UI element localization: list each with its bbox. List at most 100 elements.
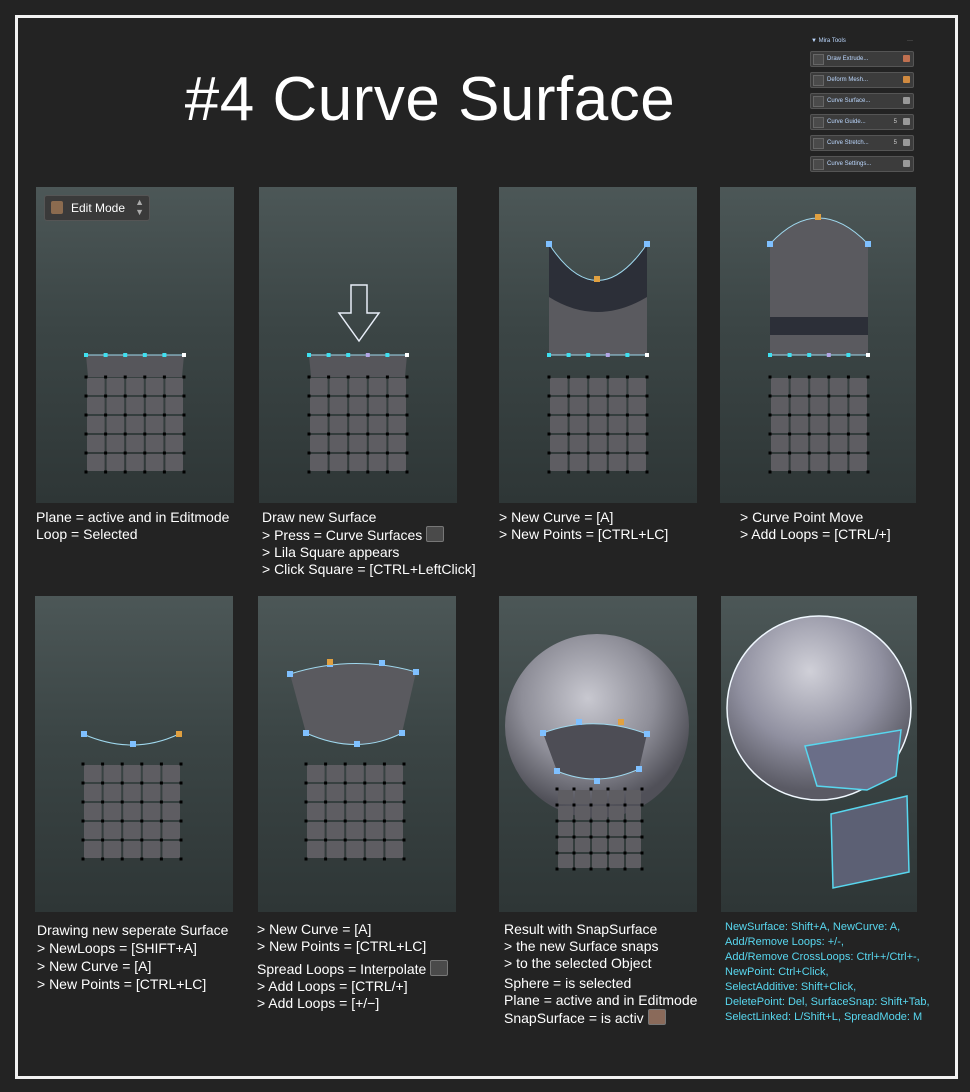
curve-guide-button[interactable]: Curve Guide... 5 xyxy=(810,114,914,130)
mesh-face xyxy=(126,416,144,433)
mesh-vertex xyxy=(366,413,370,417)
mesh-vertex xyxy=(304,838,308,842)
mesh-vertex xyxy=(343,781,347,785)
mesh-face xyxy=(589,397,607,414)
mesh-vertex xyxy=(405,394,409,398)
mesh-face xyxy=(589,435,607,452)
mesh-face xyxy=(385,803,403,820)
mesh-vertex xyxy=(179,857,183,861)
pencil-icon[interactable] xyxy=(903,55,910,62)
curve-control-point xyxy=(327,659,333,665)
dropdown-arrows-icon: ▲ ▼ xyxy=(135,197,144,217)
mesh-vertex xyxy=(589,819,593,823)
mesh-face xyxy=(608,378,627,395)
mesh-face xyxy=(771,435,789,452)
loop-vertex xyxy=(566,353,571,357)
draw-extrude-button[interactable]: Draw Extrude... xyxy=(810,51,914,67)
loop-vertex xyxy=(605,353,610,357)
mesh-vertex xyxy=(645,451,649,455)
curve-control-point xyxy=(303,730,309,736)
deform-icon[interactable] xyxy=(903,76,910,83)
expand-arrow-icon[interactable] xyxy=(813,159,824,170)
mesh-face xyxy=(388,435,406,452)
mesh-vertex xyxy=(101,857,105,861)
mesh-face xyxy=(103,822,122,839)
mira-tools-header[interactable]: ▼ Mira Tools xyxy=(811,38,846,44)
mesh-face xyxy=(569,454,588,471)
mesh-vertex xyxy=(104,394,108,398)
mesh-vertex xyxy=(768,470,772,474)
mesh-face xyxy=(849,435,867,452)
mesh-face xyxy=(550,416,568,433)
deform-mesh-button[interactable]: Deform Mesh... xyxy=(810,72,914,88)
mesh-vertex xyxy=(385,432,389,436)
mesh-face xyxy=(368,454,387,471)
mesh-vertex xyxy=(143,470,147,474)
mesh-vertex xyxy=(120,838,124,842)
viewport-panel-8 xyxy=(721,596,917,912)
mesh-face xyxy=(106,378,125,395)
mesh-vertex xyxy=(623,803,627,807)
expand-arrow-icon[interactable] xyxy=(813,117,824,128)
edit-mode-selector[interactable]: Edit Mode ▲ ▼ xyxy=(44,195,150,221)
mesh-face xyxy=(771,454,789,471)
loop-vertex xyxy=(826,353,831,357)
mesh-vertex xyxy=(586,451,590,455)
mesh-face xyxy=(365,765,384,782)
mesh-face xyxy=(126,454,144,471)
guide-icon[interactable] xyxy=(903,118,910,125)
mesh-face xyxy=(385,822,403,839)
mesh-face xyxy=(589,378,607,395)
mesh-vertex xyxy=(402,762,406,766)
mesh-vertex xyxy=(640,787,644,791)
mesh-vertex xyxy=(402,800,406,804)
expand-arrow-icon[interactable] xyxy=(813,75,824,86)
expand-arrow-icon[interactable] xyxy=(813,138,824,149)
loop-vertex xyxy=(142,353,147,357)
curve-settings-button[interactable]: Curve Settings... xyxy=(810,156,914,172)
mesh-vertex xyxy=(382,857,386,861)
mesh-vertex xyxy=(606,413,610,417)
curve-stretch-value[interactable]: 5 xyxy=(894,136,897,150)
curve-stretch-button[interactable]: Curve Stretch... 5 xyxy=(810,135,914,151)
mesh-face xyxy=(790,454,809,471)
settings-icon[interactable] xyxy=(903,160,910,167)
mesh-vertex xyxy=(625,413,629,417)
mesh-face xyxy=(609,806,624,820)
mesh-face xyxy=(558,838,573,852)
mesh-face xyxy=(558,854,573,868)
mesh-face xyxy=(84,784,102,801)
expand-arrow-icon[interactable] xyxy=(813,54,824,65)
mesh-vertex xyxy=(346,394,350,398)
mesh-face xyxy=(829,435,848,452)
expand-arrow-icon[interactable] xyxy=(813,96,824,107)
mesh-vertex xyxy=(159,762,163,766)
mesh-face xyxy=(346,822,364,839)
mesh-vertex xyxy=(81,819,85,823)
mesh-vertex xyxy=(327,394,331,398)
loop-vertex xyxy=(547,353,551,357)
new-curve-graphic xyxy=(546,241,650,474)
mesh-face xyxy=(84,803,102,820)
curve-surface-button[interactable]: Curve Surface... xyxy=(810,93,914,109)
mesh-vertex xyxy=(572,867,576,871)
mesh-vertex xyxy=(363,781,367,785)
curve-guide-value[interactable]: 5 xyxy=(894,115,897,129)
separate-surface-graphic xyxy=(81,731,183,861)
loop-vertex xyxy=(182,353,186,357)
mesh-vertex xyxy=(555,787,559,791)
mesh-face xyxy=(126,378,144,395)
mesh-vertex xyxy=(788,451,792,455)
mesh-vertex xyxy=(159,838,163,842)
mesh-face xyxy=(626,790,641,804)
panel-menu-icon[interactable]: ··· xyxy=(907,36,913,46)
surface-icon[interactable] xyxy=(903,97,910,104)
mesh-face xyxy=(829,378,848,395)
stretch-icon[interactable] xyxy=(903,139,910,146)
mesh-face xyxy=(307,803,325,820)
mesh-vertex xyxy=(324,857,328,861)
mesh-vertex xyxy=(586,413,590,417)
mesh-vertex xyxy=(382,762,386,766)
mesh-face xyxy=(126,397,144,414)
mesh-face xyxy=(628,378,646,395)
